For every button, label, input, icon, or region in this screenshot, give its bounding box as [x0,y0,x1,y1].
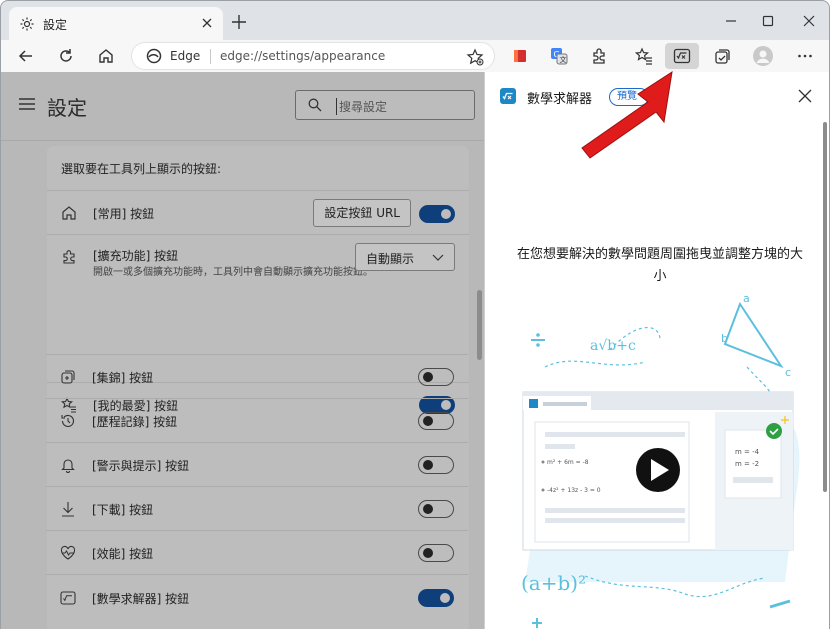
profile-avatar-icon[interactable] [752,45,774,67]
divide-symbol [531,333,545,347]
refresh-icon[interactable] [55,45,77,67]
setting-label: [我的最愛] 按鈕 [93,399,179,413]
svg-text:m² + 6m = -8: m² + 6m = -8 [547,459,589,466]
puzzle-icon [63,250,75,264]
address-separator [210,49,211,64]
close-window-icon[interactable] [799,11,819,31]
chevron-down-icon [432,254,444,261]
setting-label: [擴充功能] 按鈕 [93,249,179,263]
home-icon[interactable] [95,45,117,67]
favorites-icon [61,397,76,413]
close-icon[interactable] [797,88,813,104]
svg-text:a: a [743,292,750,305]
toolbar-buttons-card: 選取要在工具列上顯示的按鈕: [常用] 按鈕 設定按鈕 URL [擴充功能] 按… [47,146,469,629]
translate-extension-icon[interactable]: G文 [548,45,570,67]
svg-text:文: 文 [560,55,567,64]
settings-scrollbar[interactable] [477,290,482,360]
setting-row-extensions: [擴充功能] 按鈕 開啟一或多個擴充功能時，工具列中會自動顯示擴充功能按鈕。 自… [47,234,469,310]
minimize-icon[interactable] [721,11,741,31]
play-video-button[interactable] [636,448,680,492]
extensions-puzzle-icon[interactable] [588,45,610,67]
search-placeholder: 搜尋設定 [336,98,387,115]
math-solver-logo-icon [500,88,516,104]
extensions-display-select[interactable]: 自動顯示 [355,243,455,271]
browser-toolbar: Edge edge://settings/appearance G文 [0,40,830,72]
svg-text:-4z² + 13z - 3 = 0: -4z² + 13z - 3 = 0 [547,487,601,494]
collections-icon[interactable] [711,45,733,67]
address-bar[interactable]: Edge edge://settings/appearance [131,42,495,70]
setting-description: 開啟一或多個擴充功能時，工具列中會自動顯示擴充功能按鈕。 [93,267,373,278]
svg-text:c: c [785,366,791,379]
triangle-figure: a b c [721,292,791,379]
svg-text:m = -2: m = -2 [735,460,759,468]
address-url: edge://settings/appearance [220,49,386,63]
menu-icon[interactable] [19,98,35,110]
dropdown-value: 自動顯示 [366,252,415,266]
header-divider [1,140,484,141]
set-button-url-button[interactable]: 設定按鈕 URL [313,199,411,227]
sqrt-expression: a√b+c [590,338,636,354]
check-icon [766,423,782,439]
tab-title: 設定 [43,18,68,32]
new-tab-icon[interactable] [230,13,248,31]
setting-row-favorites: [我的最愛] 按鈕 [47,382,469,426]
math-solver-illustration: a√b+c a b c m² + 6m = -8 -4z² + 13z - 3 … [521,292,800,628]
setting-row-home: [常用] 按鈕 設定按鈕 URL [47,190,469,234]
svg-text:m = -4: m = -4 [735,448,760,456]
add-favorite-icon[interactable] [466,48,484,66]
favorites-icon[interactable] [633,45,655,67]
math-solver-icon [673,48,691,64]
section-heading: 選取要在工具列上顯示的按鈕: [61,162,222,176]
favorites-button-toggle[interactable] [419,396,455,414]
tab-settings[interactable]: 設定 [9,7,223,41]
back-icon[interactable] [15,45,37,67]
home-icon [62,206,76,220]
close-tab-icon[interactable] [199,15,215,31]
gear-icon [20,17,34,31]
svg-text:b: b [721,332,728,345]
search-input[interactable]: 搜尋設定 [295,90,475,120]
extension-red-icon[interactable] [509,45,531,67]
maximize-icon[interactable] [758,11,778,31]
edge-logo-icon [146,48,162,64]
settings-page: 設定 搜尋設定 選取要在工具列上顯示的按鈕: [常用] 按鈕 設定按鈕 URL … [0,72,484,629]
title-bar: 設定 [0,0,830,41]
setting-label: [常用] 按鈕 [93,207,155,221]
address-brand: Edge [170,49,201,63]
squared-expression: (a+b)² [521,571,586,595]
more-menu-icon[interactable] [794,45,816,67]
red-pointer-arrow [581,70,673,159]
home-button-toggle[interactable] [419,205,455,223]
page-title: 設定 [47,96,87,120]
search-icon [308,98,322,112]
